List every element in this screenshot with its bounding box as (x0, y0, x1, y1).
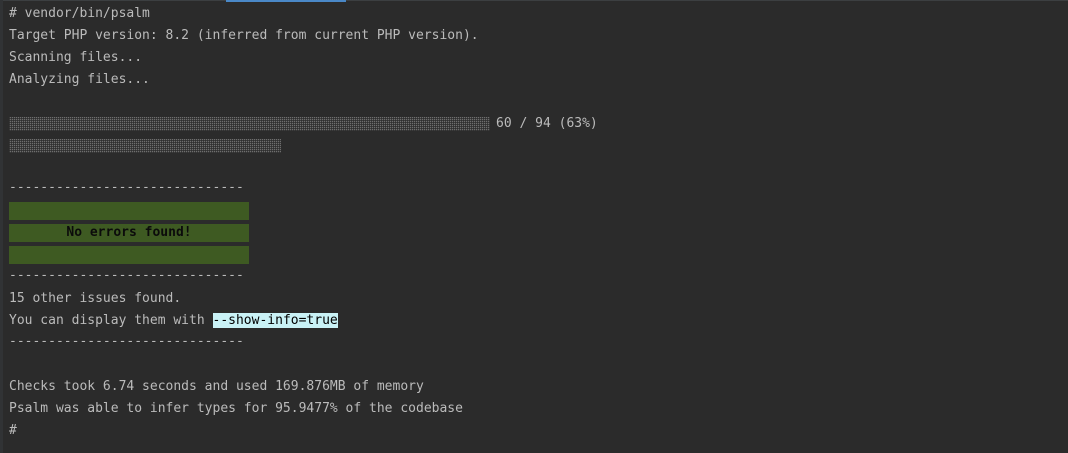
show-info-flag[interactable]: --show-info=true (212, 313, 338, 328)
success-message: No errors found! (9, 224, 249, 242)
infer-summary-line: Psalm was able to infer types for 95.947… (9, 401, 463, 416)
command-line: # vendor/bin/psalm (9, 6, 150, 21)
target-php-line: Target PHP version: 8.2 (inferred from c… (9, 28, 479, 43)
terminal-window[interactable]: # vendor/bin/psalm Target PHP version: 8… (0, 0, 1068, 453)
terminal-top-border (0, 0, 1068, 1)
terminal-gutter (0, 0, 3, 453)
divider-top: ------------------------------ (9, 180, 244, 195)
shell-prompt[interactable]: # (9, 420, 17, 442)
success-block-bottom (9, 246, 249, 264)
analyzing-line: Analyzing files... (9, 72, 150, 87)
divider-middle: ------------------------------ (9, 268, 244, 283)
progress-bar-partial (9, 139, 281, 153)
checks-summary-line: Checks took 6.74 seconds and used 169.87… (9, 379, 424, 394)
display-hint-prefix: You can display them with (9, 313, 213, 328)
progress-row: 60 / 94 (63%) (9, 113, 598, 135)
progress-row-partial (9, 135, 281, 157)
display-hint-line: You can display them with --show-info=tr… (9, 310, 338, 332)
progress-label: 60 / 94 (63%) (496, 116, 598, 131)
other-issues-line: 15 other issues found. (9, 291, 182, 306)
divider-bottom: ------------------------------ (9, 334, 244, 349)
scanning-line: Scanning files... (9, 50, 143, 65)
progress-bar-full (9, 117, 490, 131)
active-tab-indicator (226, 0, 346, 2)
success-block-top (9, 202, 249, 220)
